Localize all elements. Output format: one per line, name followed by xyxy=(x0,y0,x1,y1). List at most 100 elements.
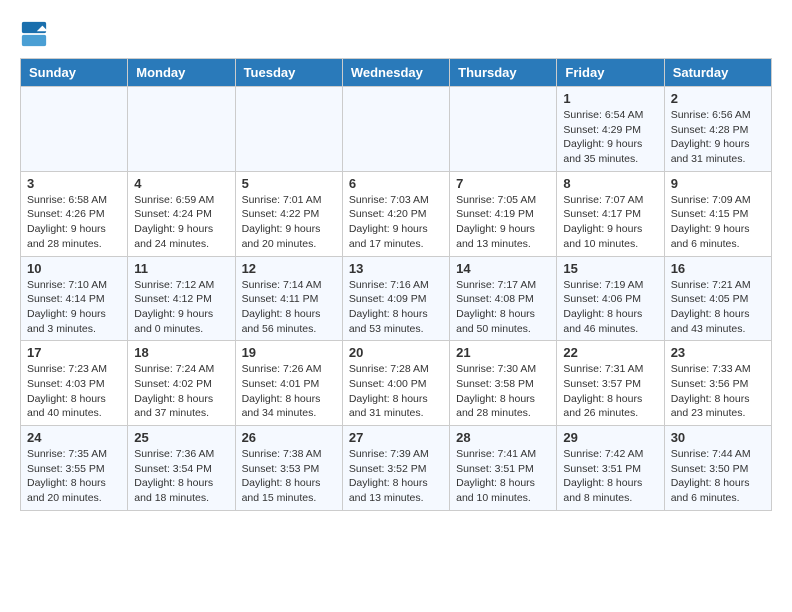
weekday-header-friday: Friday xyxy=(557,59,664,87)
day-number: 14 xyxy=(456,261,550,276)
weekday-header-sunday: Sunday xyxy=(21,59,128,87)
calendar-cell: 28 Sunrise: 7:41 AM Sunset: 3:51 PM Dayli… xyxy=(450,426,557,511)
day-info: Sunrise: 7:24 AM Sunset: 4:02 PM Dayligh… xyxy=(134,362,228,421)
day-number: 13 xyxy=(349,261,443,276)
calendar-cell: 21 Sunrise: 7:30 AM Sunset: 3:58 PM Dayli… xyxy=(450,341,557,426)
day-info: Sunrise: 7:36 AM Sunset: 3:54 PM Dayligh… xyxy=(134,447,228,506)
weekday-header-saturday: Saturday xyxy=(664,59,771,87)
day-number: 17 xyxy=(27,345,121,360)
day-number: 28 xyxy=(456,430,550,445)
calendar-cell: 29Sunrise: 7:42 AM Sunset: 3:51 PM Dayli… xyxy=(557,426,664,511)
calendar-table: SundayMondayTuesdayWednesdayThursdayFrid… xyxy=(20,58,772,511)
calendar-cell: 12 Sunrise: 7:14 AM Sunset: 4:11 PM Dayli… xyxy=(235,256,342,341)
calendar-cell: 30Sunrise: 7:44 AM Sunset: 3:50 PM Dayli… xyxy=(664,426,771,511)
calendar-cell: 4Sunrise: 6:59 AM Sunset: 4:24 PM Daylig… xyxy=(128,171,235,256)
calendar-cell: 19 Sunrise: 7:26 AM Sunset: 4:01 PM Dayli… xyxy=(235,341,342,426)
day-info: Sunrise: 7:01 AM Sunset: 4:22 PM Dayligh… xyxy=(242,193,336,252)
day-number: 23 xyxy=(671,345,765,360)
day-info: Sunrise: 7:07 AM Sunset: 4:17 PM Dayligh… xyxy=(563,193,657,252)
calendar-cell: 1Sunrise: 6:54 AM Sunset: 4:29 PM Daylig… xyxy=(557,87,664,172)
day-info: Sunrise: 7:26 AM Sunset: 4:01 PM Dayligh… xyxy=(242,362,336,421)
calendar-cell xyxy=(235,87,342,172)
day-number: 8 xyxy=(563,176,657,191)
day-number: 11 xyxy=(134,261,228,276)
day-number: 25 xyxy=(134,430,228,445)
header xyxy=(20,20,772,48)
weekday-header-row: SundayMondayTuesdayWednesdayThursdayFrid… xyxy=(21,59,772,87)
day-number: 16 xyxy=(671,261,765,276)
calendar-cell: 2 Sunrise: 6:56 AM Sunset: 4:28 PM Daylig… xyxy=(664,87,771,172)
calendar-cell: 13 Sunrise: 7:16 AM Sunset: 4:09 PM Dayli… xyxy=(342,256,449,341)
calendar-cell: 14 Sunrise: 7:17 AM Sunset: 4:08 PM Dayli… xyxy=(450,256,557,341)
calendar-cell: 6 Sunrise: 7:03 AM Sunset: 4:20 PM Daylig… xyxy=(342,171,449,256)
day-number: 21 xyxy=(456,345,550,360)
day-number: 7 xyxy=(456,176,550,191)
day-number: 5 xyxy=(242,176,336,191)
calendar-cell: 10 Sunrise: 7:10 AM Sunset: 4:14 PM Dayli… xyxy=(21,256,128,341)
day-info: Sunrise: 7:16 AM Sunset: 4:09 PM Dayligh… xyxy=(349,278,443,337)
week-row-5: 24Sunrise: 7:35 AM Sunset: 3:55 PM Dayli… xyxy=(21,426,772,511)
calendar-cell xyxy=(342,87,449,172)
calendar-cell xyxy=(450,87,557,172)
day-number: 3 xyxy=(27,176,121,191)
day-number: 20 xyxy=(349,345,443,360)
day-info: Sunrise: 6:58 AM Sunset: 4:26 PM Dayligh… xyxy=(27,193,121,252)
weekday-header-tuesday: Tuesday xyxy=(235,59,342,87)
day-info: Sunrise: 7:28 AM Sunset: 4:00 PM Dayligh… xyxy=(349,362,443,421)
day-number: 10 xyxy=(27,261,121,276)
day-info: Sunrise: 7:33 AM Sunset: 3:56 PM Dayligh… xyxy=(671,362,765,421)
day-info: Sunrise: 7:14 AM Sunset: 4:11 PM Dayligh… xyxy=(242,278,336,337)
day-number: 2 xyxy=(671,91,765,106)
calendar-cell: 24Sunrise: 7:35 AM Sunset: 3:55 PM Dayli… xyxy=(21,426,128,511)
calendar-cell: 17 Sunrise: 7:23 AM Sunset: 4:03 PM Dayli… xyxy=(21,341,128,426)
calendar-cell: 15Sunrise: 7:19 AM Sunset: 4:06 PM Dayli… xyxy=(557,256,664,341)
calendar-cell: 8 Sunrise: 7:07 AM Sunset: 4:17 PM Daylig… xyxy=(557,171,664,256)
calendar-cell xyxy=(21,87,128,172)
calendar-body: 1Sunrise: 6:54 AM Sunset: 4:29 PM Daylig… xyxy=(21,87,772,511)
day-info: Sunrise: 6:54 AM Sunset: 4:29 PM Dayligh… xyxy=(563,108,657,167)
day-number: 9 xyxy=(671,176,765,191)
day-info: Sunrise: 7:12 AM Sunset: 4:12 PM Dayligh… xyxy=(134,278,228,337)
day-number: 18 xyxy=(134,345,228,360)
calendar-cell: 26Sunrise: 7:38 AM Sunset: 3:53 PM Dayli… xyxy=(235,426,342,511)
day-number: 12 xyxy=(242,261,336,276)
calendar-cell: 23 Sunrise: 7:33 AM Sunset: 3:56 PM Dayli… xyxy=(664,341,771,426)
day-info: Sunrise: 7:35 AM Sunset: 3:55 PM Dayligh… xyxy=(27,447,121,506)
week-row-3: 10 Sunrise: 7:10 AM Sunset: 4:14 PM Dayli… xyxy=(21,256,772,341)
day-info: Sunrise: 7:23 AM Sunset: 4:03 PM Dayligh… xyxy=(27,362,121,421)
calendar-header: SundayMondayTuesdayWednesdayThursdayFrid… xyxy=(21,59,772,87)
week-row-1: 1Sunrise: 6:54 AM Sunset: 4:29 PM Daylig… xyxy=(21,87,772,172)
calendar-cell: 11 Sunrise: 7:12 AM Sunset: 4:12 PM Dayli… xyxy=(128,256,235,341)
day-info: Sunrise: 6:59 AM Sunset: 4:24 PM Dayligh… xyxy=(134,193,228,252)
day-info: Sunrise: 7:10 AM Sunset: 4:14 PM Dayligh… xyxy=(27,278,121,337)
day-info: Sunrise: 7:39 AM Sunset: 3:52 PM Dayligh… xyxy=(349,447,443,506)
calendar-cell: 27 Sunrise: 7:39 AM Sunset: 3:52 PM Dayli… xyxy=(342,426,449,511)
logo-icon xyxy=(20,20,48,48)
week-row-2: 3 Sunrise: 6:58 AM Sunset: 4:26 PM Daylig… xyxy=(21,171,772,256)
day-info: Sunrise: 7:03 AM Sunset: 4:20 PM Dayligh… xyxy=(349,193,443,252)
day-number: 19 xyxy=(242,345,336,360)
calendar-cell: 22Sunrise: 7:31 AM Sunset: 3:57 PM Dayli… xyxy=(557,341,664,426)
calendar-cell: 7 Sunrise: 7:05 AM Sunset: 4:19 PM Daylig… xyxy=(450,171,557,256)
day-number: 22 xyxy=(563,345,657,360)
weekday-header-thursday: Thursday xyxy=(450,59,557,87)
day-info: Sunrise: 7:09 AM Sunset: 4:15 PM Dayligh… xyxy=(671,193,765,252)
day-info: Sunrise: 7:41 AM Sunset: 3:51 PM Dayligh… xyxy=(456,447,550,506)
weekday-header-monday: Monday xyxy=(128,59,235,87)
day-info: Sunrise: 7:05 AM Sunset: 4:19 PM Dayligh… xyxy=(456,193,550,252)
calendar-cell: 5 Sunrise: 7:01 AM Sunset: 4:22 PM Daylig… xyxy=(235,171,342,256)
day-info: Sunrise: 7:44 AM Sunset: 3:50 PM Dayligh… xyxy=(671,447,765,506)
day-number: 15 xyxy=(563,261,657,276)
calendar-cell: 16 Sunrise: 7:21 AM Sunset: 4:05 PM Dayli… xyxy=(664,256,771,341)
day-number: 29 xyxy=(563,430,657,445)
day-number: 27 xyxy=(349,430,443,445)
day-number: 6 xyxy=(349,176,443,191)
calendar-cell: 9 Sunrise: 7:09 AM Sunset: 4:15 PM Daylig… xyxy=(664,171,771,256)
day-info: Sunrise: 7:17 AM Sunset: 4:08 PM Dayligh… xyxy=(456,278,550,337)
calendar-cell: 25 Sunrise: 7:36 AM Sunset: 3:54 PM Dayli… xyxy=(128,426,235,511)
day-number: 26 xyxy=(242,430,336,445)
day-info: Sunrise: 7:21 AM Sunset: 4:05 PM Dayligh… xyxy=(671,278,765,337)
day-info: Sunrise: 6:56 AM Sunset: 4:28 PM Dayligh… xyxy=(671,108,765,167)
day-info: Sunrise: 7:30 AM Sunset: 3:58 PM Dayligh… xyxy=(456,362,550,421)
calendar-cell: 20 Sunrise: 7:28 AM Sunset: 4:00 PM Dayli… xyxy=(342,341,449,426)
